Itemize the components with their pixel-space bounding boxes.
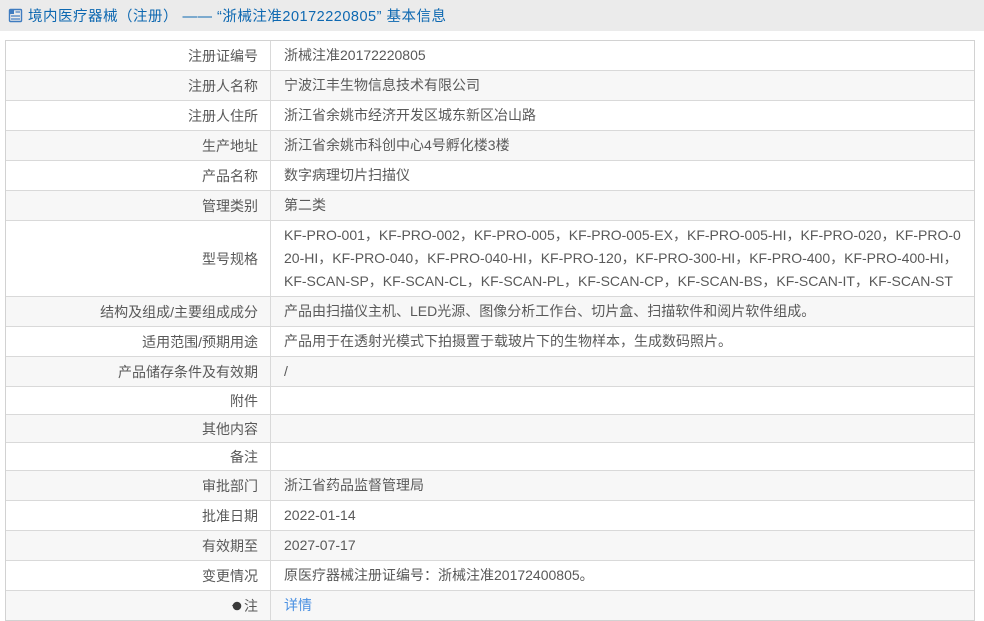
row-label: 其他内容 xyxy=(6,415,271,442)
table-row-note: 注 详情 xyxy=(6,591,974,620)
table-row-registration-number: 注册证编号 浙械注准20172220805 xyxy=(6,41,974,71)
registration-info-table: 注册证编号 浙械注准20172220805 注册人名称 宁波江丰生物信息技术有限… xyxy=(5,40,975,621)
row-value: 2022-01-14 xyxy=(284,507,356,523)
row-value: 原医疗器械注册证编号：浙械注准20172400805。 xyxy=(284,567,594,583)
row-label: 附件 xyxy=(6,387,271,414)
row-label: 结构及组成/主要组成成分 xyxy=(6,297,271,326)
row-label: 产品名称 xyxy=(6,161,271,190)
row-value: 数字病理切片扫描仪 xyxy=(284,167,410,183)
row-value: 详情 xyxy=(271,591,974,620)
table-row-storage-conditions: 产品储存条件及有效期 / xyxy=(6,357,974,387)
row-value: 浙江省余姚市科创中心4号孵化楼3楼 xyxy=(284,137,510,153)
page-title: 境内医疗器械（注册） —— “浙械注准20172220805” 基本信息 xyxy=(28,9,447,25)
row-label: 型号规格 xyxy=(6,221,271,296)
row-label: 注 xyxy=(6,591,271,620)
row-value: / xyxy=(284,363,288,379)
table-row-product-name: 产品名称 数字病理切片扫描仪 xyxy=(6,161,974,191)
table-row-registrant-address: 注册人住所 浙江省余姚市经济开发区城东新区冶山路 xyxy=(6,101,974,131)
row-value xyxy=(271,387,974,414)
row-value: 第二类 xyxy=(284,197,326,213)
table-row-production-address: 生产地址 浙江省余姚市科创中心4号孵化楼3楼 xyxy=(6,131,974,161)
row-label: 变更情况 xyxy=(6,561,271,590)
table-row-attachments: 附件 xyxy=(6,387,974,415)
row-value: 产品用于在透射光模式下拍摄置于载玻片下的生物样本，生成数码照片。 xyxy=(284,333,732,349)
row-label: 适用范围/预期用途 xyxy=(6,327,271,356)
row-value xyxy=(271,415,974,442)
row-label: 管理类别 xyxy=(6,191,271,220)
table-row-change-status: 变更情况 原医疗器械注册证编号：浙械注准20172400805。 xyxy=(6,561,974,591)
row-value: 宁波江丰生物信息技术有限公司 xyxy=(284,77,480,93)
note-icon xyxy=(231,600,242,612)
table-row-approval-department: 审批部门 浙江省药品监督管理局 xyxy=(6,471,974,501)
row-label: 备注 xyxy=(6,443,271,470)
details-link[interactable]: 详情 xyxy=(284,594,312,617)
row-label: 注册人名称 xyxy=(6,71,271,100)
row-label: 生产地址 xyxy=(6,131,271,160)
row-value: 浙江省余姚市经济开发区城东新区冶山路 xyxy=(284,107,536,123)
row-label: 注册证编号 xyxy=(6,41,271,70)
row-value: KF-PRO-001，KF-PRO-002，KF-PRO-005，KF-PRO-… xyxy=(284,227,961,289)
row-label: 注册人住所 xyxy=(6,101,271,130)
table-row-approval-date: 批准日期 2022-01-14 xyxy=(6,501,974,531)
table-row-composition: 结构及组成/主要组成成分 产品由扫描仪主机、LED光源、图像分析工作台、切片盒、… xyxy=(6,297,974,327)
row-value: 浙械注准20172220805 xyxy=(284,47,426,63)
table-row-other-content: 其他内容 xyxy=(6,415,974,443)
page-header: 境内医疗器械（注册） —— “浙械注准20172220805” 基本信息 xyxy=(0,0,984,31)
row-value: 浙江省药品监督管理局 xyxy=(284,477,424,493)
table-row-valid-until: 有效期至 2027-07-17 xyxy=(6,531,974,561)
table-row-model-specs: 型号规格 KF-PRO-001，KF-PRO-002，KF-PRO-005，KF… xyxy=(6,221,974,297)
table-row-management-class: 管理类别 第二类 xyxy=(6,191,974,221)
table-row-registrant-name: 注册人名称 宁波江丰生物信息技术有限公司 xyxy=(6,71,974,101)
row-label: 有效期至 xyxy=(6,531,271,560)
row-label: 审批部门 xyxy=(6,471,271,500)
table-row-remarks: 备注 xyxy=(6,443,974,471)
row-label: 产品储存条件及有效期 xyxy=(6,357,271,386)
row-value xyxy=(271,443,974,470)
row-value: 产品由扫描仪主机、LED光源、图像分析工作台、切片盒、扫描软件和阅片软件组成。 xyxy=(284,303,816,319)
table-row-intended-use: 适用范围/预期用途 产品用于在透射光模式下拍摄置于载玻片下的生物样本，生成数码照… xyxy=(6,327,974,357)
row-label: 批准日期 xyxy=(6,501,271,530)
row-value: 2027-07-17 xyxy=(284,537,356,553)
document-icon xyxy=(8,8,23,23)
